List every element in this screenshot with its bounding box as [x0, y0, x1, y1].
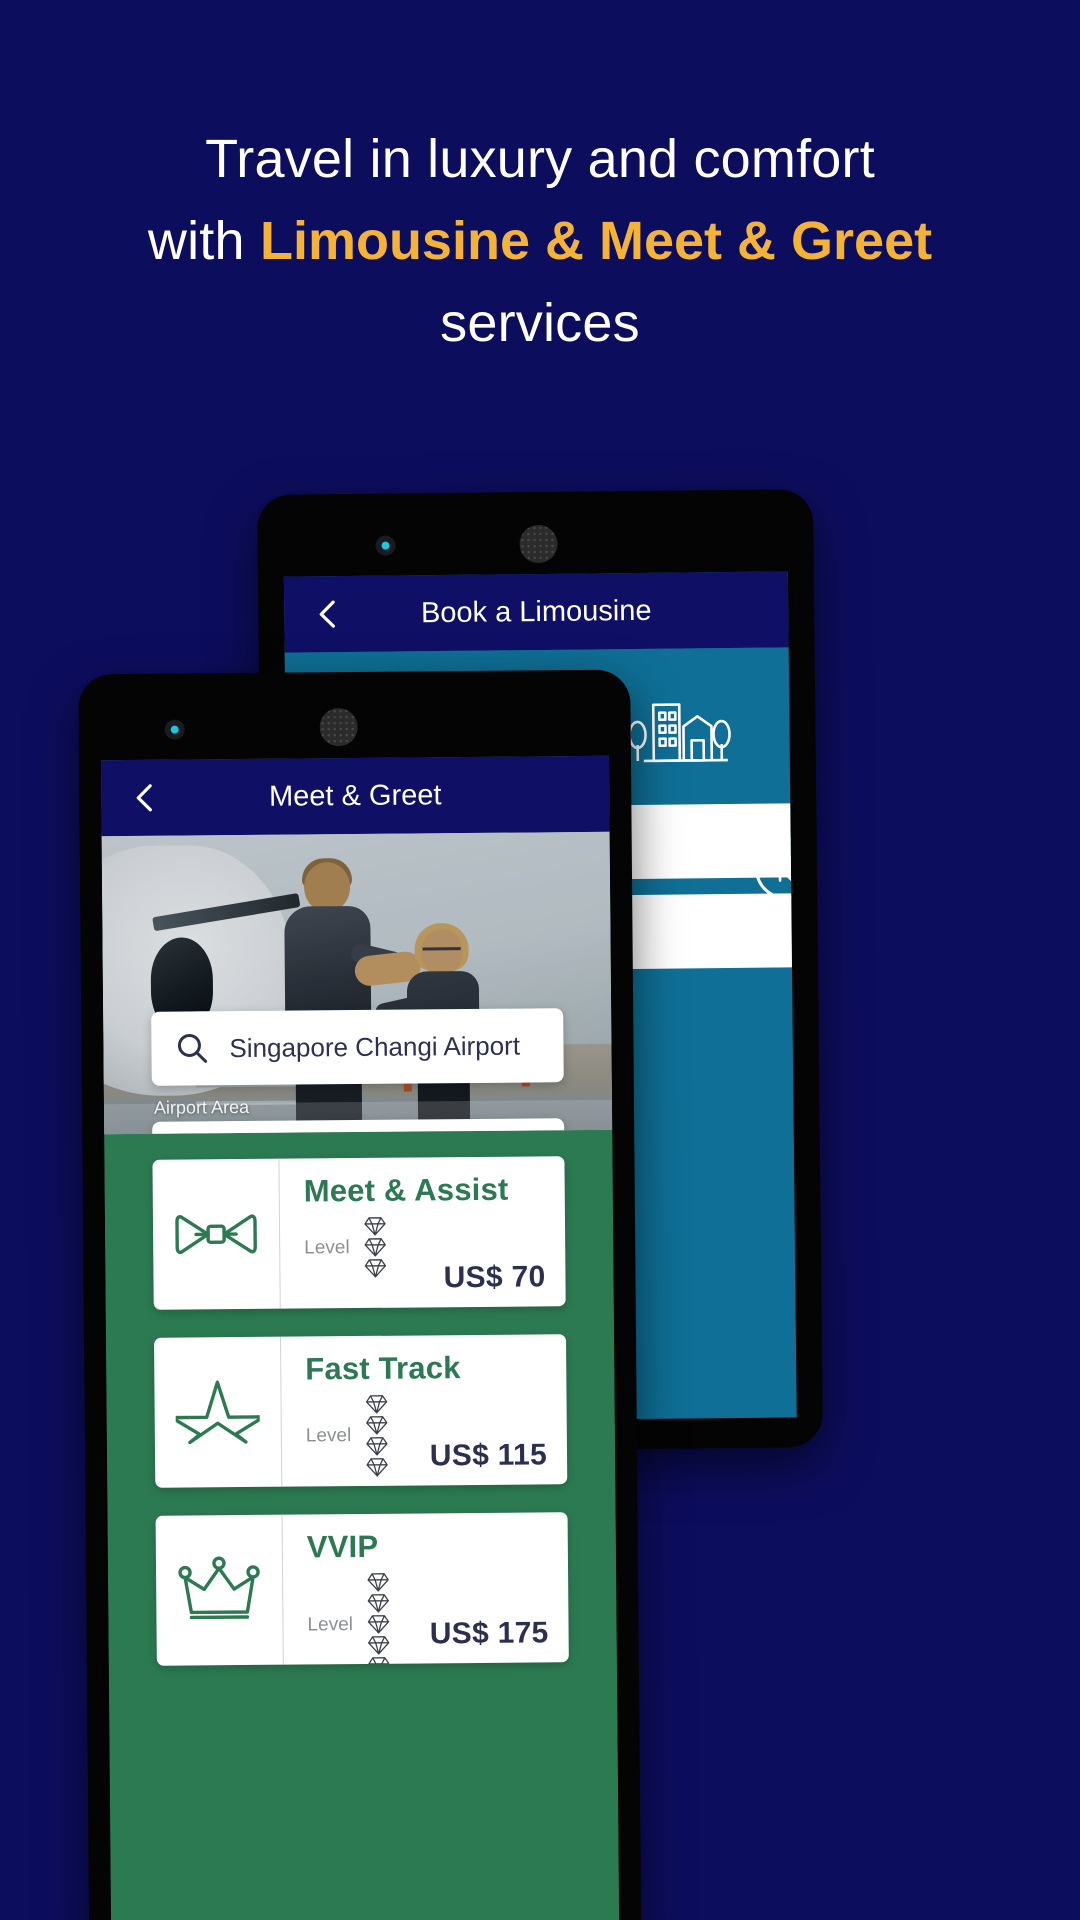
- headline-line-3: services: [440, 293, 640, 353]
- crown-icon: [155, 1514, 284, 1666]
- promo-screenshot: Travel in luxury and comfort with Limous…: [0, 0, 1080, 1920]
- meet-greet-screen: Meet & Greet Singapore Changi Airport Ai…: [100, 755, 620, 1920]
- headline-line-2-prefix: with: [147, 211, 260, 271]
- diamond-icon: [368, 1657, 390, 1666]
- level-diamonds: [366, 1572, 400, 1666]
- limousine-page-title: Book a Limousine: [420, 594, 652, 630]
- meet-greet-nav-bar: Meet & Greet: [100, 755, 610, 837]
- headline-line-1: Travel in luxury and comfort: [205, 129, 875, 189]
- meet-greet-page-title: Meet & Greet: [268, 779, 442, 813]
- earpiece-speaker-icon: [519, 524, 558, 564]
- service-card[interactable]: Fast Track Level US$ 115: [153, 1334, 568, 1488]
- earpiece-speaker-icon: [319, 707, 358, 747]
- headline-accent: Limousine & Meet & Greet: [259, 211, 933, 271]
- search-value: Singapore Changi Airport: [229, 1030, 521, 1063]
- diamond-icon: [364, 1238, 387, 1257]
- search-icon: [175, 1031, 209, 1065]
- airport-area-select[interactable]: International Arrival: [152, 1118, 565, 1135]
- hero-overlay-tint: [101, 831, 613, 1135]
- level-diamonds: [365, 1394, 399, 1478]
- city-buildings-icon: [615, 696, 736, 769]
- headline-line-2: with Limousine & Meet & Greet: [0, 200, 1080, 282]
- diamond-icon: [366, 1416, 388, 1435]
- service-name: Fast Track: [305, 1350, 461, 1387]
- diamond-icon: [368, 1615, 390, 1634]
- diamond-icon: [367, 1573, 390, 1592]
- airport-area-label: Airport Area: [153, 1096, 250, 1118]
- front-camera-icon: [164, 719, 185, 740]
- diamond-icon: [368, 1594, 390, 1613]
- limousine-nav-bar: Book a Limousine: [283, 571, 789, 653]
- service-card[interactable]: Meet & Assist Level US$ 70: [152, 1156, 566, 1310]
- diamond-icon: [365, 1259, 387, 1278]
- diamond-icon: [366, 1437, 389, 1456]
- search-input[interactable]: Singapore Changi Airport: [151, 1008, 564, 1086]
- diamond-icon: [364, 1217, 387, 1236]
- level-label: Level: [307, 1613, 354, 1635]
- diamond-icon: [366, 1458, 389, 1477]
- hero-image: Singapore Changi Airport Airport Area In…: [101, 831, 613, 1135]
- service-name: VVIP: [306, 1528, 379, 1565]
- page-title: Travel in luxury and comfort with Limous…: [0, 118, 1080, 364]
- services-list: Meet & Assist Level US$ 70 Fast Track Le…: [104, 1133, 620, 1920]
- service-card[interactable]: VVIP Level US$ 175: [155, 1512, 569, 1666]
- swap-vertical-icon: [773, 855, 797, 882]
- level-label: Level: [305, 1425, 352, 1447]
- service-price: US$ 115: [429, 1438, 548, 1473]
- front-phone-device: Meet & Greet Singapore Changi Airport Ai…: [78, 669, 642, 1920]
- front-camera-icon: [375, 535, 396, 556]
- bow-tie-icon: [152, 1158, 281, 1310]
- star-icon: [153, 1336, 283, 1488]
- service-price: US$ 175: [429, 1616, 549, 1651]
- service-price: US$ 70: [443, 1260, 546, 1295]
- diamond-icon: [368, 1636, 390, 1655]
- level-diamonds: [363, 1216, 397, 1279]
- service-name: Meet & Assist: [303, 1171, 509, 1209]
- level-label: Level: [304, 1236, 350, 1258]
- diamond-icon: [366, 1395, 388, 1414]
